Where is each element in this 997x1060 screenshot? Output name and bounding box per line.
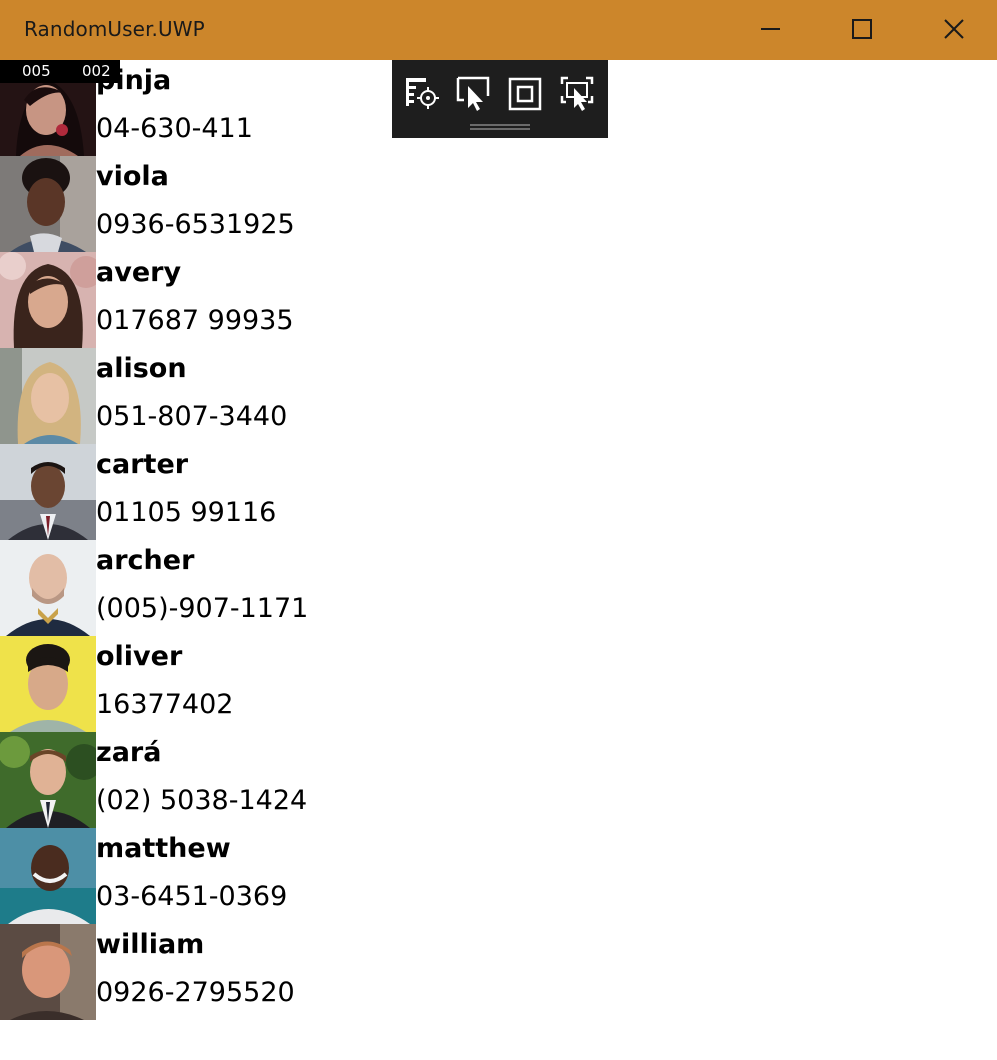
user-name: matthew [96, 833, 231, 864]
go-to-live-visual-tree-icon [406, 78, 439, 109]
user-avatar [0, 444, 96, 540]
toolbar-drag-handle[interactable] [470, 124, 530, 130]
maximize-icon [852, 19, 872, 39]
user-phone: 04-630-411 [96, 113, 253, 144]
close-button[interactable] [908, 0, 997, 60]
user-avatar [0, 252, 96, 348]
track-focused-element-icon [560, 76, 594, 111]
frame-rate-counter: 005 002 [0, 60, 120, 83]
user-avatar [0, 348, 96, 444]
user-list-item[interactable]: archer (005)-907-1171 [0, 540, 600, 636]
user-list-item[interactable]: oliver 16377402 [0, 636, 600, 732]
user-name: carter [96, 449, 189, 480]
user-name: alison [96, 353, 187, 384]
display-layout-adorners-icon [508, 77, 542, 111]
user-avatar [0, 156, 96, 252]
user-avatar [0, 828, 96, 924]
window-title: RandomUser.UWP [24, 17, 205, 41]
frame-counter-value: 002 [82, 62, 111, 80]
user-list-item[interactable]: william 0926-2795520 [0, 924, 600, 1020]
user-list-item[interactable]: avery 017687 99935 [0, 252, 600, 348]
frame-counter-value: 005 [22, 62, 51, 80]
display-layout-adorners-button[interactable] [506, 74, 546, 114]
user-phone: (02) 5038-1424 [96, 785, 308, 816]
maximize-button[interactable] [816, 0, 908, 60]
user-avatar [0, 636, 96, 732]
user-phone: 017687 99935 [96, 305, 294, 336]
user-list-item[interactable]: carter 01105 99116 [0, 444, 600, 540]
user-phone: 0926-2795520 [96, 977, 295, 1008]
user-phone: 0936-6531925 [96, 209, 295, 240]
user-list-item[interactable]: zará (02) 5038-1424 [0, 732, 600, 828]
user-list[interactable]: pinja 04-630-411 viola 0936-6531925 aver… [0, 60, 600, 1020]
user-phone: 16377402 [96, 689, 234, 720]
select-element-button[interactable] [454, 74, 494, 114]
user-avatar [0, 540, 96, 636]
user-phone: 01105 99116 [96, 497, 277, 528]
user-name: archer [96, 545, 195, 576]
user-avatar [0, 924, 96, 1020]
user-list-item[interactable]: matthew 03-6451-0369 [0, 828, 600, 924]
user-name: avery [96, 257, 182, 288]
user-phone: 03-6451-0369 [96, 881, 288, 912]
user-list-item[interactable]: viola 0936-6531925 [0, 156, 600, 252]
go-to-live-visual-tree-button[interactable] [402, 74, 442, 114]
user-name: william [96, 929, 205, 960]
user-name: oliver [96, 641, 183, 672]
close-icon [944, 19, 964, 39]
user-name: zará [96, 737, 162, 768]
user-phone: (005)-907-1171 [96, 593, 309, 624]
user-list-item[interactable]: alison 051-807-3440 [0, 348, 600, 444]
minimize-icon [761, 28, 780, 30]
user-name: viola [96, 161, 169, 192]
debug-toolbar[interactable] [392, 60, 608, 138]
select-element-icon [456, 76, 490, 111]
user-phone: 051-807-3440 [96, 401, 288, 432]
user-avatar [0, 732, 96, 828]
title-bar[interactable]: RandomUser.UWP [0, 0, 997, 60]
minimize-button[interactable] [724, 0, 816, 60]
track-focused-element-button[interactable] [558, 74, 598, 114]
